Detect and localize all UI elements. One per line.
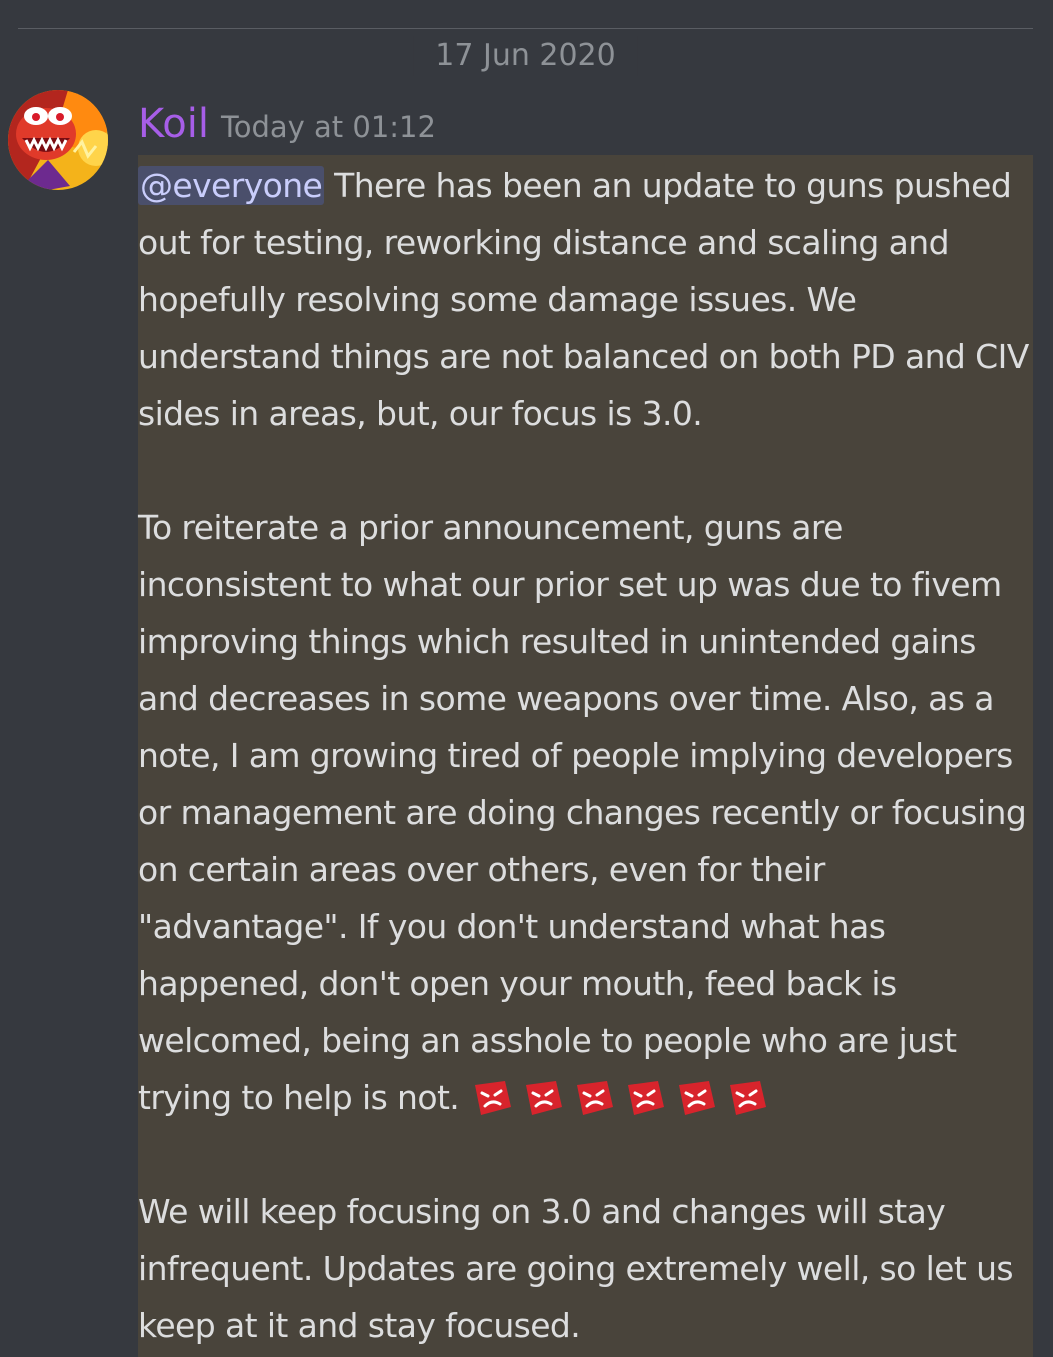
- angry-emoji-icon[interactable]: [675, 1079, 717, 1117]
- angry-emoji-icon[interactable]: [726, 1079, 768, 1117]
- message-timestamp[interactable]: Today at 01:12: [221, 110, 436, 144]
- message-paragraph: To reiterate a prior announcement, guns …: [138, 499, 1038, 1126]
- angry-emoji-icon[interactable]: [471, 1079, 513, 1117]
- everyone-mention[interactable]: @everyone: [138, 166, 325, 205]
- paragraph-text: There has been an update to guns pushed …: [138, 166, 1029, 433]
- message-header: Koil Today at 01:12: [138, 98, 436, 150]
- date-divider: 17 Jun 2020: [18, 28, 1033, 76]
- paragraph-text: To reiterate a prior announcement, guns …: [138, 508, 1027, 1117]
- date-divider-label: 17 Jun 2020: [413, 36, 638, 76]
- message-content: @everyone There has been an update to gu…: [138, 157, 1038, 1354]
- author-username[interactable]: Koil: [138, 101, 209, 147]
- angry-emoji-icon[interactable]: [573, 1079, 615, 1117]
- angry-emoji-icon[interactable]: [624, 1079, 666, 1117]
- avatar-image: [8, 90, 108, 190]
- message-paragraph: We will keep focusing on 3.0 and changes…: [138, 1183, 1038, 1354]
- message-paragraph: @everyone There has been an update to gu…: [138, 157, 1038, 442]
- angry-emoji-icon[interactable]: [522, 1079, 564, 1117]
- avatar[interactable]: [8, 90, 108, 190]
- paragraph-text: We will keep focusing on 3.0 and changes…: [138, 1192, 1014, 1345]
